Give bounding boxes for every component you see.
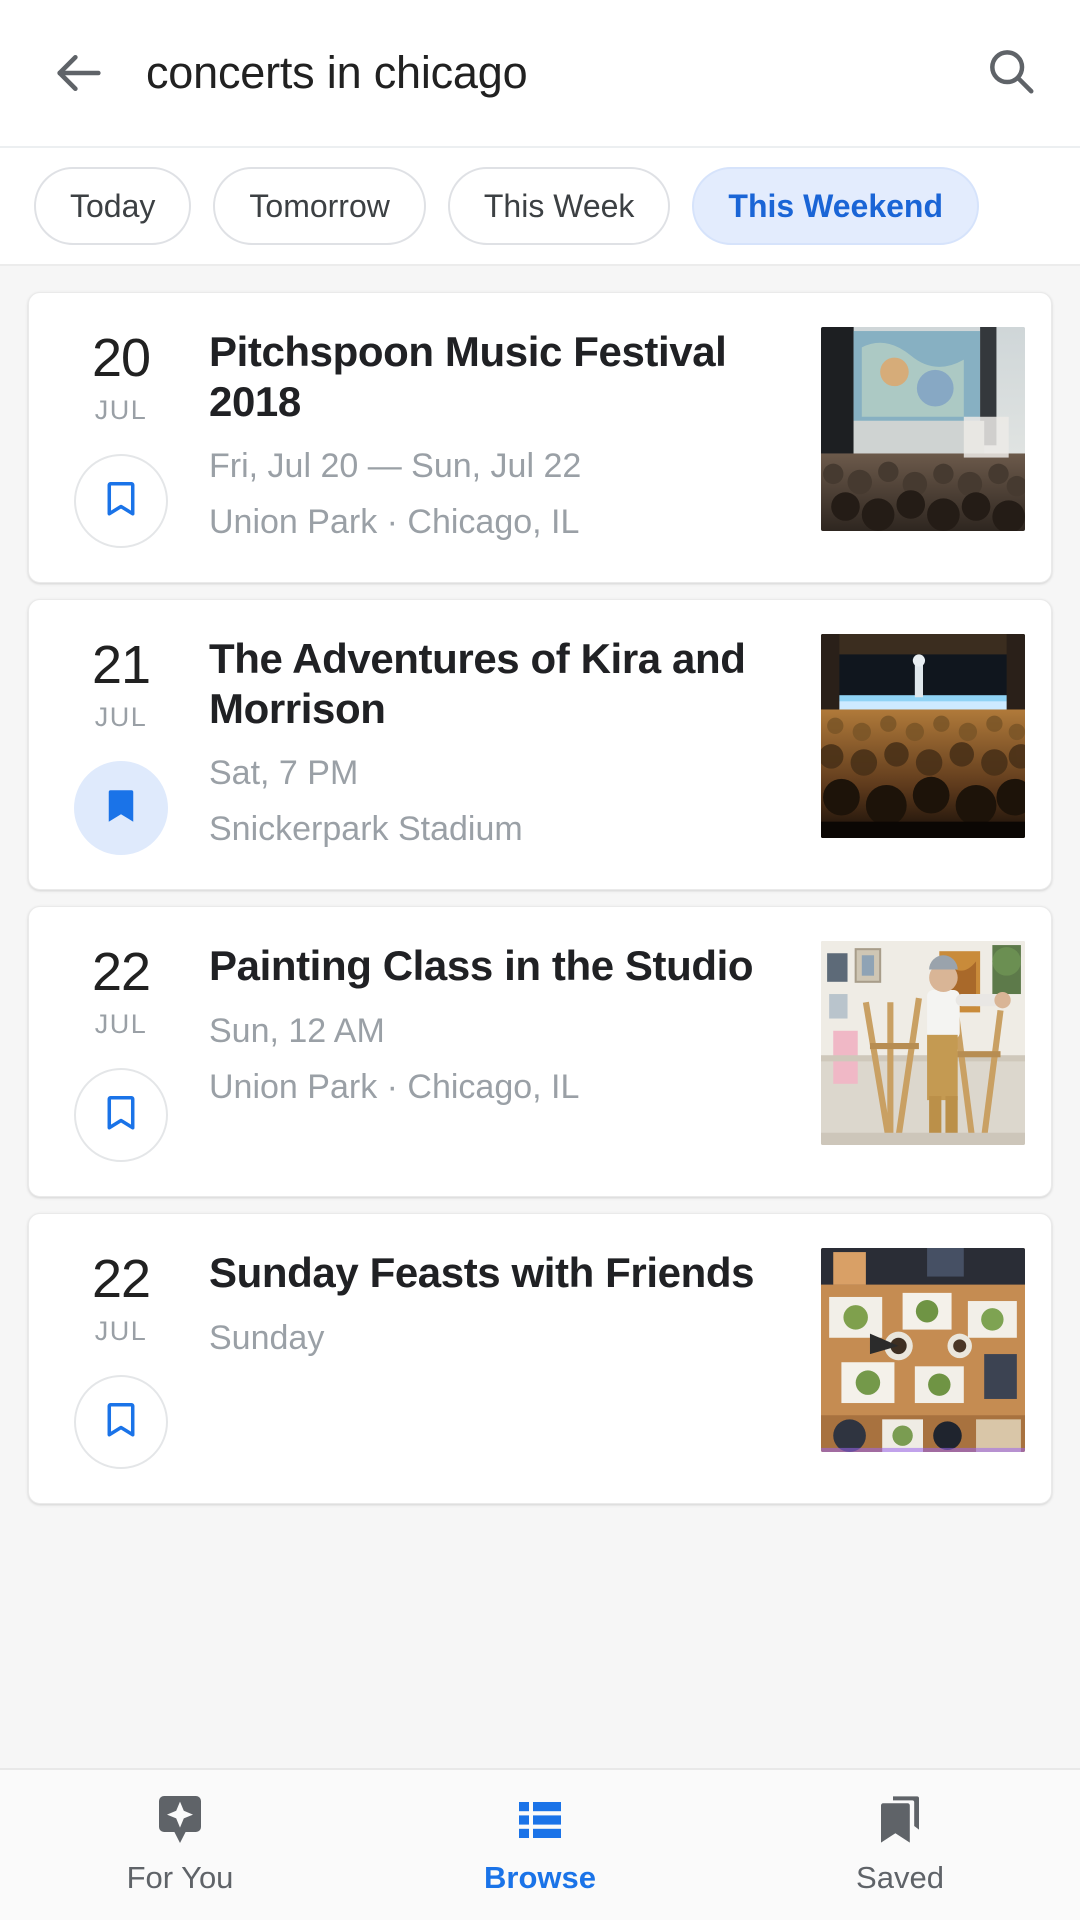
event-datetime: Sun, 12 AM: [209, 1011, 385, 1050]
outdoor-music-festival-crowd-photo: [821, 327, 1025, 531]
date-filter-chips: Today Tomorrow This Week This Weekend: [0, 148, 1080, 266]
chip-label: This Week: [483, 187, 635, 224]
event-datetime: Sunday: [209, 1318, 325, 1357]
chip-label: Tomorrow: [249, 187, 390, 224]
event-day: 22: [91, 942, 151, 1002]
event-day: 22: [91, 1249, 151, 1309]
bookmark-outline-icon: [100, 478, 142, 525]
event-month: JUL: [94, 395, 148, 425]
event-date-column: 22 JUL: [55, 941, 187, 1162]
chip-label: Today: [70, 187, 156, 224]
event-venue: Snickerpark Stadium: [209, 810, 523, 849]
bookmark-button[interactable]: [74, 454, 168, 548]
event-thumbnail: [821, 634, 1025, 838]
event-month: JUL: [94, 702, 148, 732]
art-studio-painter-easel-photo: [821, 941, 1025, 1145]
search-button[interactable]: [980, 42, 1042, 104]
event-thumbnail: [821, 941, 1025, 1145]
event-datetime: Fri, Jul 20 — Sun, Jul 22: [209, 447, 582, 486]
bookmark-button[interactable]: [74, 1068, 168, 1162]
event-datetime: Sat, 7 PM: [209, 754, 359, 793]
nav-label: Saved: [856, 1860, 944, 1895]
arrow-back-icon: [50, 44, 108, 102]
event-date-column: 22 JUL: [55, 1248, 187, 1469]
overhead-dinner-table-food-photo: [821, 1248, 1025, 1452]
event-thumbnail: [821, 327, 1025, 531]
event-venue: Union Park · Chicago, IL: [209, 1067, 580, 1106]
app-screen: concerts in chicago Today Tomorrow This …: [0, 0, 1080, 1920]
chip-this-week[interactable]: This Week: [447, 167, 671, 245]
event-card[interactable]: 20 JUL Pitchspoon Music Festival 2018 Fr…: [28, 292, 1052, 583]
bottom-navigation: For You Browse Saved: [0, 1768, 1080, 1920]
event-month: JUL: [94, 1009, 148, 1039]
indoor-concert-stage-audience-photo: [821, 634, 1025, 838]
event-info-column: The Adventures of Kira and Morrison Sat,…: [187, 634, 821, 855]
event-list[interactable]: 20 JUL Pitchspoon Music Festival 2018 Fr…: [0, 266, 1080, 1920]
nav-item-browse[interactable]: Browse: [360, 1794, 720, 1896]
event-thumbnail: [821, 1248, 1025, 1452]
event-card[interactable]: 21 JUL The Adventures of Kira and Morris…: [28, 599, 1052, 890]
search-input[interactable]: concerts in chicago: [146, 47, 980, 99]
event-card[interactable]: 22 JUL Sunday Feasts with Friends Sunday: [28, 1213, 1052, 1504]
bookmark-outline-icon: [100, 1399, 142, 1446]
chip-this-weekend[interactable]: This Weekend: [692, 167, 979, 245]
back-button[interactable]: [48, 42, 110, 104]
event-date-column: 21 JUL: [55, 634, 187, 855]
bookmark-button[interactable]: [74, 1375, 168, 1469]
nav-label: Browse: [484, 1860, 596, 1895]
event-title: Painting Class in the Studio: [209, 942, 754, 989]
search-icon: [984, 44, 1038, 103]
event-title: The Adventures of Kira and Morrison: [209, 635, 746, 732]
chip-label: This Weekend: [728, 187, 943, 224]
sparkle-pin-icon: [156, 1794, 204, 1846]
event-card[interactable]: 22 JUL Painting Class in the Studio Sun,…: [28, 906, 1052, 1197]
event-info-column: Painting Class in the Studio Sun, 12 AM …: [187, 941, 821, 1162]
stacked-bookmark-icon: [876, 1794, 924, 1846]
event-title: Sunday Feasts with Friends: [209, 1249, 755, 1296]
nav-item-saved[interactable]: Saved: [720, 1794, 1080, 1896]
chip-today[interactable]: Today: [34, 167, 192, 245]
event-month: JUL: [94, 1316, 148, 1346]
list-view-icon: [516, 1794, 564, 1846]
event-info-column: Sunday Feasts with Friends Sunday: [187, 1248, 821, 1469]
event-day: 20: [91, 328, 151, 388]
chip-tomorrow[interactable]: Tomorrow: [213, 167, 426, 245]
event-venue: Union Park · Chicago, IL: [209, 503, 580, 542]
event-date-column: 20 JUL: [55, 327, 187, 548]
bookmark-outline-icon: [100, 1092, 142, 1139]
event-info-column: Pitchspoon Music Festival 2018 Fri, Jul …: [187, 327, 821, 548]
event-day: 21: [91, 635, 151, 695]
bookmark-button[interactable]: [74, 761, 168, 855]
event-title: Pitchspoon Music Festival 2018: [209, 328, 727, 425]
nav-item-for-you[interactable]: For You: [0, 1794, 360, 1896]
bookmark-filled-icon: [100, 785, 142, 832]
search-bar: concerts in chicago: [0, 0, 1080, 148]
nav-label: For You: [126, 1860, 234, 1895]
